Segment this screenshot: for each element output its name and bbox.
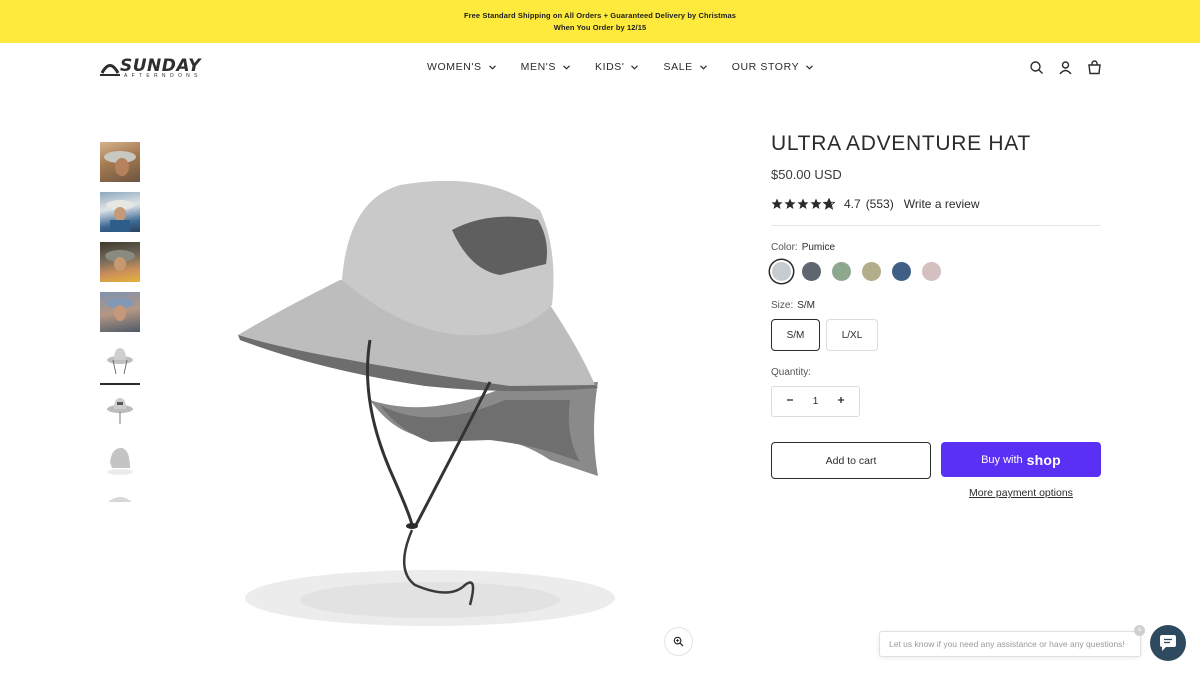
buy-with-shop-button[interactable]: Buy with shop: [941, 442, 1101, 477]
rating-row: 4.7 (553) Write a review: [771, 197, 1101, 211]
review-count[interactable]: (553): [866, 197, 894, 211]
size-label-text: Size:: [771, 300, 794, 311]
zoom-in-icon: [673, 636, 684, 647]
chat-button[interactable]: [1150, 625, 1186, 661]
star-icon: [784, 198, 796, 209]
color-label: Color: Pumice: [771, 242, 1101, 253]
purchase-buttons: Add to cart Buy with shop: [771, 442, 1101, 479]
thumbnail-lifestyle-1[interactable]: [100, 142, 140, 182]
nav-item-sale[interactable]: SALE: [663, 61, 707, 73]
star-rating[interactable]: [771, 198, 835, 210]
chevron-down-icon: [699, 64, 707, 70]
swatch-color[interactable]: [922, 262, 941, 281]
main-nav: WOMEN'S MEN'S KIDS' SALE OUR STORY: [427, 61, 838, 73]
chevron-down-icon: [563, 64, 570, 70]
size-label: Size: S/M: [771, 300, 1101, 311]
rating-score: 4.7: [844, 197, 861, 211]
nav-label: MEN'S: [520, 61, 556, 73]
nav-label: KIDS': [594, 61, 625, 73]
thumbnail-hat-front[interactable]: [100, 342, 140, 382]
thumbnail-lifestyle-4[interactable]: [100, 292, 140, 332]
announcement-bar: Free Standard Shipping on All Orders + G…: [0, 0, 1200, 43]
color-swatches: [772, 262, 1101, 281]
size-value: S/M: [797, 300, 816, 311]
swatch-color[interactable]: [832, 262, 851, 281]
nav-label: OUR STORY: [731, 61, 800, 73]
brand-subtitle: AFTERNOONS: [124, 73, 202, 79]
size-options: S/M L/XL: [771, 319, 1101, 351]
swatch-color[interactable]: [802, 262, 821, 281]
account-icon[interactable]: [1058, 60, 1073, 75]
chat-icon: [1160, 635, 1176, 651]
write-review-link[interactable]: Write a review: [904, 197, 980, 211]
product-price: $50.00 USD: [771, 167, 842, 182]
minus-icon[interactable]: [786, 396, 794, 407]
plus-icon[interactable]: [837, 396, 845, 407]
color-value: Pumice: [801, 242, 836, 253]
brand-logo[interactable]: SUNDAY AFTERNOONS: [100, 57, 222, 81]
color-label-text: Color:: [771, 242, 798, 253]
product-info: ULTRA ADVENTURE HAT $50.00 USD 4.7 (553)…: [771, 130, 1101, 499]
add-to-cart-button[interactable]: Add to cart: [771, 442, 931, 479]
header-actions: [1029, 60, 1102, 75]
star-partial-icon: [823, 198, 835, 210]
product-title: ULTRA ADVENTURE HAT: [771, 132, 1031, 155]
size-option-sm[interactable]: S/M: [771, 319, 820, 351]
sun-logo-icon: [100, 64, 120, 76]
site-header: SUNDAY AFTERNOONS WOMEN'S MEN'S KIDS' SA…: [0, 43, 1200, 93]
nav-label: WOMEN'S: [427, 61, 482, 73]
chevron-down-icon: [806, 64, 814, 70]
zoom-button[interactable]: [664, 627, 693, 656]
product-main-image[interactable]: [220, 160, 640, 630]
thumbnail-gallery: [100, 142, 140, 542]
chevron-down-icon: [488, 64, 496, 70]
chat-close-icon[interactable]: ×: [1134, 625, 1145, 636]
thumbnail-lifestyle-3[interactable]: [100, 242, 140, 282]
active-thumbnail-indicator: [100, 383, 140, 385]
nav-item-kids[interactable]: KIDS': [595, 61, 639, 73]
thumbnail-hat-top[interactable]: [100, 492, 140, 532]
cart-icon[interactable]: [1087, 60, 1102, 75]
swatch-pumice[interactable]: [772, 262, 791, 281]
quantity-stepper: 1: [771, 386, 860, 417]
star-icon: [810, 198, 822, 209]
thumbnail-lifestyle-2[interactable]: [100, 192, 140, 232]
chevron-down-icon: [631, 64, 639, 70]
nav-label: SALE: [663, 61, 693, 73]
nav-item-our-story[interactable]: OUR STORY: [731, 61, 814, 73]
nav-item-mens[interactable]: MEN'S: [521, 61, 570, 73]
announcement-line-2: When You Order by 12/15: [553, 22, 647, 32]
star-icon: [771, 198, 783, 209]
swatch-color[interactable]: [862, 262, 881, 281]
chat-prompt[interactable]: Let us know if you need any assistance o…: [879, 631, 1141, 657]
shop-logo: shop: [1026, 451, 1061, 468]
star-icon: [797, 198, 809, 209]
buy-with-label: Buy with: [981, 453, 1023, 466]
thumbnail-hat-back[interactable]: [100, 442, 140, 482]
nav-item-womens[interactable]: WOMEN'S: [427, 61, 496, 73]
search-icon[interactable]: [1029, 60, 1044, 75]
size-option-lxl[interactable]: L/XL: [826, 319, 878, 351]
more-payment-options-link[interactable]: More payment options: [941, 487, 1101, 499]
thumbnail-hat-side[interactable]: [100, 392, 140, 432]
quantity-label: Quantity:: [771, 367, 812, 378]
quantity-value[interactable]: 1: [813, 396, 819, 407]
swatch-color[interactable]: [892, 262, 911, 281]
announcement-line-1: Free Standard Shipping on All Orders + G…: [463, 10, 737, 20]
divider: [771, 225, 1101, 226]
